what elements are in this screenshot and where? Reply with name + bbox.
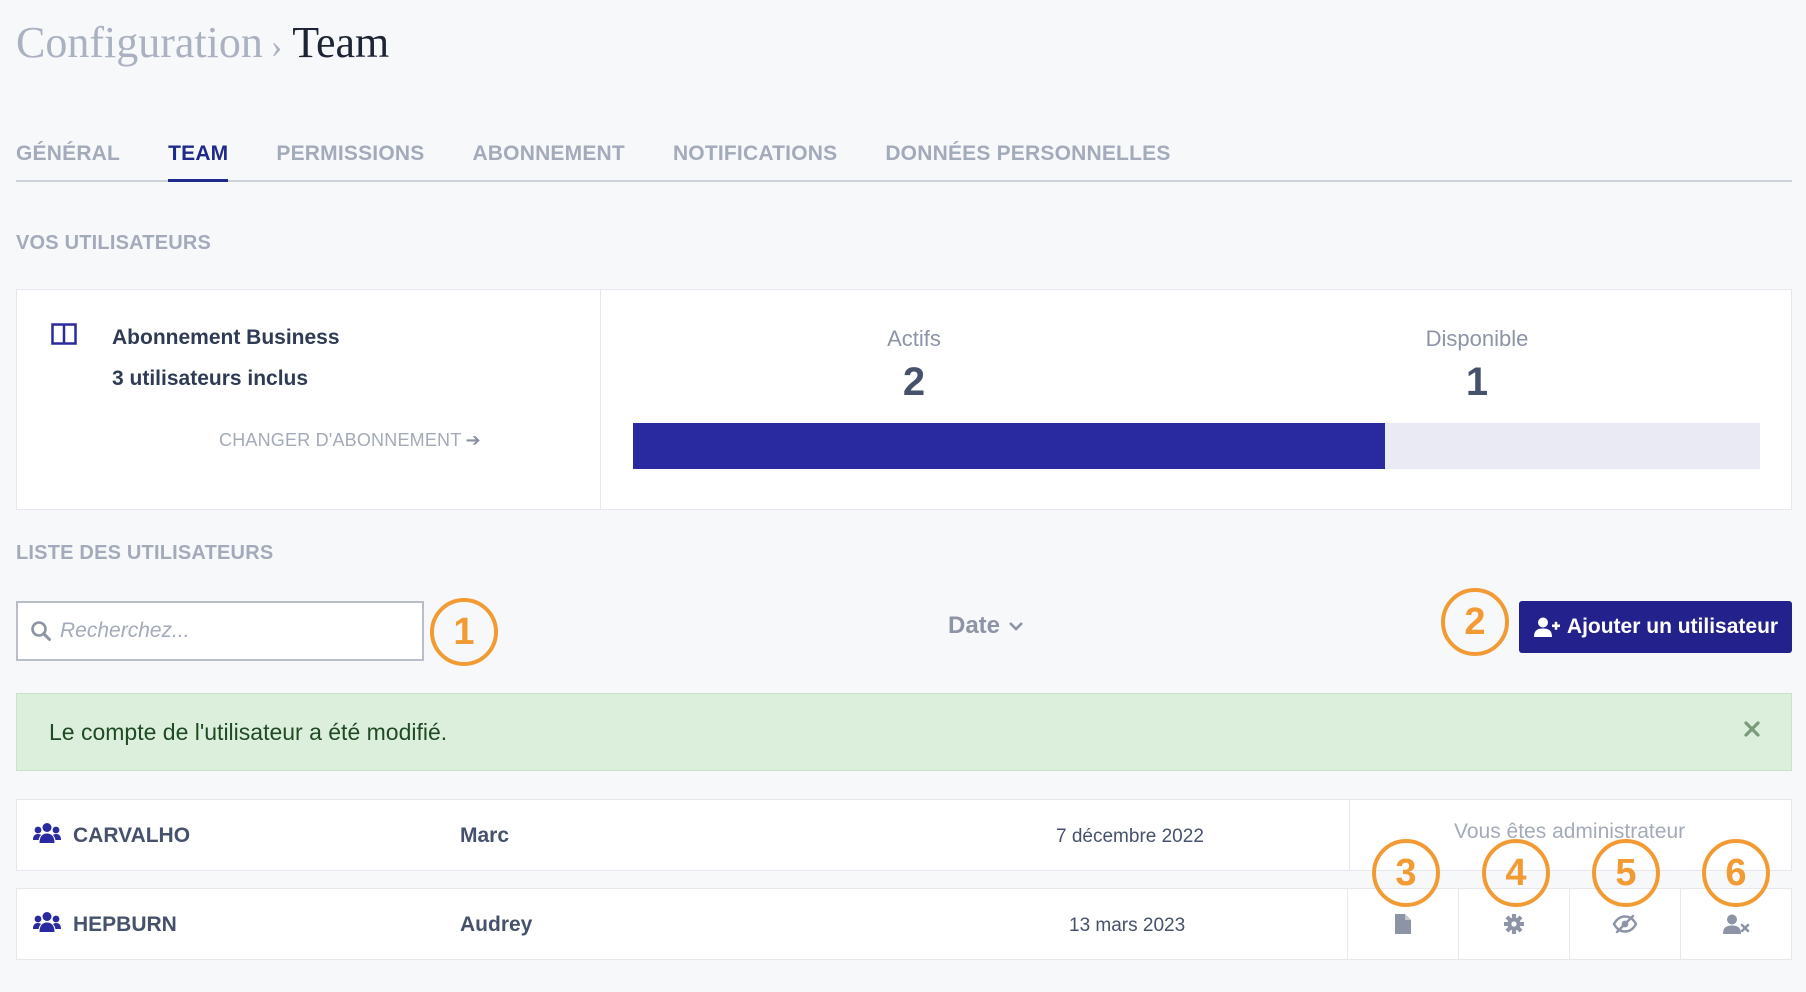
active-count: 2: [902, 360, 926, 404]
tab-general[interactable]: GÉNÉRAL: [16, 140, 120, 182]
list-section-title: LISTE DES UTILISATEURS: [16, 542, 274, 564]
tab-permissions[interactable]: PERMISSIONS: [276, 140, 424, 182]
callout-4: 4: [1482, 839, 1550, 907]
active-stat: Actifs 2: [794, 326, 1034, 405]
tab-abonnement[interactable]: ABONNEMENT: [472, 140, 625, 182]
date-sort-label: Date: [948, 612, 1001, 639]
callout-1: 1: [430, 598, 498, 666]
add-user-button[interactable]: Ajouter un utilisateur: [1519, 601, 1792, 653]
callout-3: 3: [1372, 839, 1440, 907]
usage-progress-bar: [633, 423, 1760, 469]
search-input[interactable]: [60, 619, 400, 643]
change-subscription-link[interactable]: CHANGER D'ABONNEMENT ➔: [219, 430, 481, 451]
user-first-name: Marc: [460, 824, 510, 847]
breadcrumb-separator: ›: [270, 28, 283, 65]
book-open-icon: [51, 323, 77, 345]
active-label: Actifs: [887, 326, 941, 351]
available-count: 1: [1465, 360, 1489, 404]
available-label: Disponible: [1425, 326, 1529, 351]
search-icon: [31, 621, 51, 641]
tab-notifications[interactable]: NOTIFICATIONS: [673, 140, 837, 182]
chevron-down-icon: [1009, 622, 1023, 631]
add-user-label: Ajouter un utilisateur: [1566, 615, 1779, 638]
callout-6: 6: [1702, 839, 1770, 907]
tab-donnees-personnelles[interactable]: DONNÉES PERSONNELLES: [885, 140, 1170, 182]
callout-2: 2: [1441, 588, 1509, 656]
breadcrumb-parent[interactable]: Configuration: [16, 18, 263, 67]
user-last-name: CARVALHO: [73, 824, 191, 847]
callout-5: 5: [1592, 839, 1660, 907]
gear-icon: [1504, 914, 1524, 934]
success-alert: Le compte de l'utilisateur a été modifié…: [16, 693, 1792, 771]
users-group-icon: [33, 912, 61, 932]
user-date: 7 décembre 2022: [1056, 826, 1204, 847]
users-section-title: VOS UTILISATEURS: [16, 232, 212, 254]
date-sort-dropdown[interactable]: Date: [948, 612, 1024, 640]
subscription-card: Abonnement Business 3 utilisateurs inclu…: [16, 289, 1792, 510]
close-icon[interactable]: [1743, 720, 1761, 738]
user-remove-icon: [1723, 914, 1750, 934]
plan-users-included: 3 utilisateurs inclus: [112, 367, 309, 390]
breadcrumb: Configuration › Team: [16, 18, 389, 72]
plan-name: Abonnement Business: [112, 326, 340, 349]
page-title: Team: [292, 18, 390, 67]
subscription-usage: Actifs 2 Disponible 1: [601, 290, 1791, 509]
settings-tabs: GÉNÉRAL TEAM PERMISSIONS ABONNEMENT NOTI…: [16, 140, 1792, 182]
tab-team[interactable]: TEAM: [168, 140, 229, 182]
usage-progress-fill: [633, 423, 1385, 469]
user-plus-icon: [1533, 617, 1560, 637]
alert-message: Le compte de l'utilisateur a été modifié…: [49, 718, 448, 745]
subscription-info: Abonnement Business 3 utilisateurs inclu…: [17, 290, 601, 509]
user-first-name: Audrey: [460, 913, 533, 936]
search-box: [16, 601, 424, 661]
user-last-name: HEPBURN: [73, 913, 177, 936]
eye-slash-icon: [1612, 914, 1638, 934]
users-group-icon: [33, 823, 61, 843]
user-date: 13 mars 2023: [1069, 915, 1186, 936]
available-stat: Disponible 1: [1357, 326, 1597, 405]
arrow-right-icon: ➔: [465, 430, 481, 450]
change-subscription-label: CHANGER D'ABONNEMENT: [219, 430, 462, 450]
admin-note: Vous êtes administrateur: [1454, 820, 1686, 843]
document-icon: [1395, 914, 1411, 934]
